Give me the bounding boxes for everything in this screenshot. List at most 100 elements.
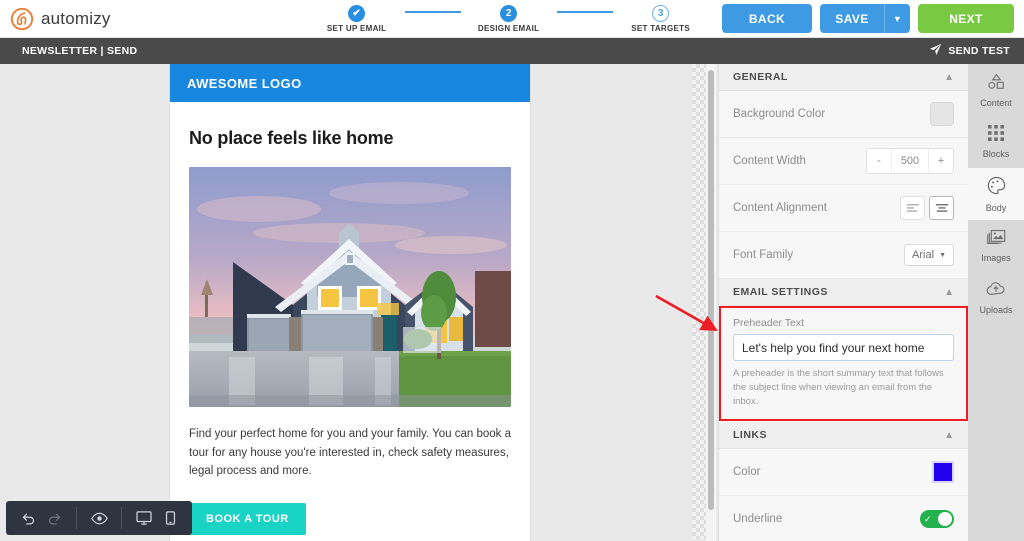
next-button[interactable]: NEXT — [918, 4, 1014, 33]
step-label: SET TARGETS — [631, 23, 690, 33]
tool-rail: Content Blocks Body Images Uploads — [968, 64, 1024, 541]
font-family-label: Font Family — [733, 249, 794, 261]
breadcrumb-bar: NEWSLETTER | SEND SEND TEST — [0, 38, 1024, 64]
history-group — [6, 501, 76, 535]
paper-plane-icon — [929, 43, 942, 59]
email-canvas: AWESOME LOGO No place feels like home Fi… — [0, 64, 700, 541]
email-body-text[interactable]: Find your perfect home for you and your … — [170, 407, 530, 481]
section-title: EMAIL SETTINGS — [733, 286, 828, 298]
app-header: automizy ✔ SET UP EMAIL 2 DESIGN EMAIL 3… — [0, 0, 1024, 38]
back-button[interactable]: BACK — [722, 4, 812, 33]
step-connector — [556, 10, 613, 13]
preheader-help-text: A preheader is the short summary text th… — [733, 368, 944, 407]
book-a-tour-button[interactable]: BOOK A TOUR — [189, 502, 306, 535]
row-link-color: Color — [719, 449, 968, 497]
rail-item-uploads[interactable]: Uploads — [968, 272, 1024, 324]
content-shapes-icon — [987, 73, 1006, 95]
row-content-width: Content Width - 500 + — [719, 138, 968, 185]
section-header-links[interactable]: LINKS ▲ — [719, 422, 968, 450]
content-width-decrease-button[interactable]: - — [867, 149, 891, 173]
hero-house-image — [189, 167, 511, 407]
background-color-swatch[interactable] — [930, 102, 954, 126]
preview-group — [77, 501, 121, 535]
step-marker: ✔ — [348, 4, 366, 22]
step-label: SET UP EMAIL — [326, 23, 387, 33]
chevron-down-icon: ▼ — [939, 251, 946, 259]
section-title: GENERAL — [733, 71, 788, 83]
send-test-button[interactable]: SEND TEST — [929, 43, 1010, 59]
send-test-label: SEND TEST — [948, 45, 1010, 57]
chevron-up-icon[interactable]: ▲ — [944, 72, 954, 83]
step-label: DESIGN EMAIL — [477, 23, 540, 33]
breadcrumb: NEWSLETTER | SEND — [22, 45, 138, 57]
link-color-label: Color — [733, 466, 761, 479]
preheader-label: Preheader Text — [733, 317, 805, 329]
content-width-label: Content Width — [733, 155, 806, 167]
link-color-swatch[interactable] — [932, 461, 954, 484]
automizy-logo-icon — [10, 7, 34, 31]
toggle-knob — [938, 512, 952, 527]
brand-name: automizy — [41, 8, 111, 28]
font-family-select[interactable]: Arial ▼ — [904, 244, 954, 266]
mobile-view-icon[interactable] — [157, 505, 183, 531]
chevron-up-icon[interactable]: ▲ — [944, 287, 954, 298]
content-alignment-group — [900, 196, 954, 220]
content-width-stepper: - 500 + — [866, 148, 954, 174]
rail-label: Content — [980, 97, 1012, 108]
content-width-increase-button[interactable]: + — [929, 149, 953, 173]
email-document[interactable]: AWESOME LOGO No place feels like home Fi… — [170, 64, 530, 541]
rail-label: Blocks — [982, 149, 1010, 159]
desktop-view-icon[interactable] — [131, 505, 157, 531]
header-actions: BACK SAVE ▼ NEXT — [722, 4, 1014, 33]
brand-logo[interactable]: automizy — [0, 7, 111, 31]
content-width-value[interactable]: 500 — [891, 149, 929, 173]
canvas-scrollbar-thumb[interactable] — [708, 70, 714, 510]
save-dropdown-caret-icon[interactable]: ▼ — [884, 4, 910, 33]
save-button-group: SAVE ▼ — [820, 4, 910, 33]
save-button[interactable]: SAVE — [820, 4, 884, 33]
preheader-input[interactable] — [733, 334, 954, 361]
row-link-underline: Underline ✓ — [719, 496, 968, 541]
palette-icon — [987, 176, 1006, 200]
cloud-upload-icon — [986, 281, 1006, 302]
row-content-alignment: Content Alignment — [719, 185, 968, 232]
step-connector — [404, 10, 461, 13]
redo-icon[interactable] — [41, 505, 67, 531]
rail-label: Uploads — [979, 305, 1013, 315]
step-marker: 2 — [500, 4, 518, 22]
blocks-grid-icon — [988, 125, 1004, 146]
align-left-icon[interactable] — [900, 196, 925, 220]
chevron-up-icon[interactable]: ▲ — [944, 430, 954, 441]
section-header-email-settings[interactable]: EMAIL SETTINGS ▲ — [719, 279, 968, 306]
section-title: LINKS — [733, 429, 767, 442]
font-family-value: Arial — [912, 249, 935, 261]
section-header-general[interactable]: GENERAL ▲ — [719, 64, 968, 91]
canvas-toolbar — [6, 501, 192, 535]
email-cta-block: BOOK A TOUR — [170, 481, 530, 535]
email-header-block[interactable]: AWESOME LOGO — [170, 64, 530, 102]
row-background-color: Background Color — [719, 91, 968, 138]
device-group — [122, 501, 192, 535]
wizard-step-setup[interactable]: ✔ SET UP EMAIL — [311, 4, 403, 33]
check-icon: ✓ — [924, 513, 932, 524]
rail-item-blocks[interactable]: Blocks — [968, 116, 1024, 168]
undo-icon[interactable] — [15, 505, 41, 531]
wizard-step-design[interactable]: 2 DESIGN EMAIL — [463, 4, 555, 33]
background-color-label: Background Color — [733, 108, 826, 120]
rail-label: Images — [981, 253, 1011, 263]
rail-item-body[interactable]: Body — [968, 168, 1024, 220]
rail-item-content[interactable]: Content — [968, 64, 1024, 116]
rail-item-images[interactable]: Images — [968, 220, 1024, 272]
step-marker: 3 — [652, 4, 670, 22]
preheader-text-group: Preheader Text A preheader is the short … — [719, 306, 968, 422]
email-headline[interactable]: No place feels like home — [170, 102, 530, 149]
email-image-block[interactable] — [170, 149, 530, 407]
images-stack-icon — [986, 229, 1006, 250]
underline-toggle[interactable]: ✓ — [920, 510, 954, 529]
row-font-family: Font Family Arial ▼ — [719, 232, 968, 279]
wizard-steps: ✔ SET UP EMAIL 2 DESIGN EMAIL 3 SET TARG… — [311, 4, 707, 33]
wizard-step-targets[interactable]: 3 SET TARGETS — [615, 4, 707, 33]
preview-eye-icon[interactable] — [86, 505, 112, 531]
rail-label: Body — [985, 202, 1007, 213]
align-center-icon[interactable] — [929, 196, 954, 220]
